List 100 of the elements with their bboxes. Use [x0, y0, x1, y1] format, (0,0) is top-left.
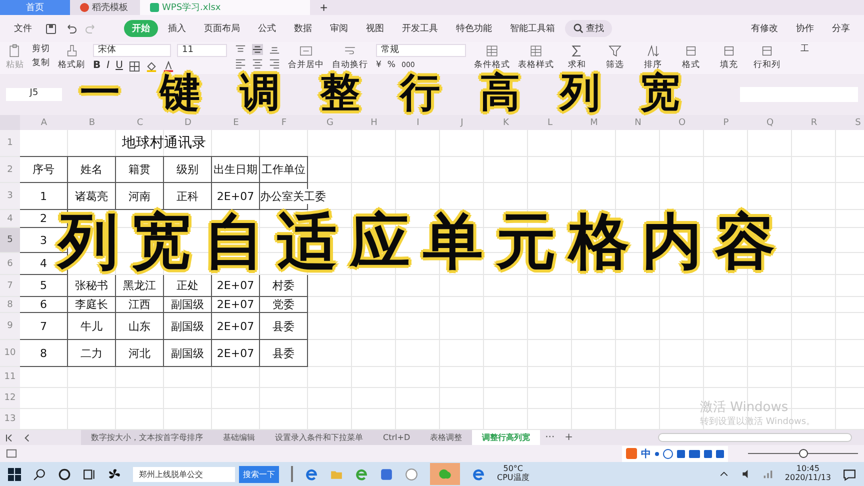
ribbon-button[interactable]: 填充: [720, 60, 738, 71]
ribbon-tab[interactable]: 审阅: [322, 20, 356, 37]
sheet-icon[interactable]: [6, 448, 17, 459]
format-painter-button[interactable]: 格式刷: [58, 60, 85, 71]
punctuation-icon[interactable]: [655, 452, 659, 456]
circle-icon[interactable]: [663, 448, 673, 458]
sheet-tab[interactable]: Ctrl+D: [373, 430, 420, 445]
ribbon-button[interactable]: 排序: [644, 60, 662, 71]
signal-bars-icon[interactable]: [762, 469, 773, 479]
row-header[interactable]: 8: [0, 297, 20, 312]
toolbar-action[interactable]: 分享: [824, 20, 858, 37]
clipboard-icon[interactable]: [8, 44, 22, 58]
notification-icon[interactable]: [843, 468, 856, 480]
search-icon[interactable]: [33, 468, 46, 480]
search-button[interactable]: 搜索一下: [239, 466, 279, 482]
ribbon-button[interactable]: 求和: [568, 60, 586, 71]
row-header[interactable]: 12: [0, 388, 20, 408]
wrap-text-button[interactable]: 自动换行: [332, 60, 368, 71]
file-menu[interactable]: 文件: [6, 20, 40, 37]
align-left-icon[interactable]: [235, 58, 246, 69]
ribbon-tab[interactable]: 公式: [250, 20, 284, 37]
horizontal-scrollbar[interactable]: [658, 433, 852, 442]
more-sheets-button[interactable]: ···: [540, 430, 560, 445]
ribbon-button[interactable]: 表格样式: [518, 60, 554, 71]
task-view-icon[interactable]: [83, 468, 96, 480]
sheet-tab[interactable]: 调整行高列宽: [472, 430, 540, 445]
circle-icon[interactable]: [58, 468, 71, 480]
row-header[interactable]: 4: [0, 210, 20, 227]
ribbon-tab[interactable]: 智能工具箱: [502, 20, 563, 37]
row-header[interactable]: 7: [0, 275, 20, 296]
browser-icon[interactable]: [472, 468, 485, 480]
number-format-field[interactable]: 常规: [376, 44, 466, 57]
merge-center-button[interactable]: 合并居中: [288, 60, 324, 71]
table-cell: 级别: [176, 162, 198, 177]
browser-search-field[interactable]: 郑州上线脱单公交: [133, 466, 235, 482]
font-color-icon[interactable]: [162, 60, 174, 72]
ribbon-tab[interactable]: 页面布局: [196, 20, 248, 37]
border-icon[interactable]: [128, 60, 140, 72]
ime-mode[interactable]: 中: [641, 446, 651, 460]
sheet-tab[interactable]: 数字按大小，文本按首字母排序: [81, 430, 213, 445]
row-header[interactable]: 2: [0, 157, 20, 182]
font-size-field[interactable]: 11: [177, 44, 227, 57]
toolbar-action[interactable]: 有修改: [743, 20, 786, 37]
text-style-button[interactable]: U: [116, 60, 123, 72]
percent-button[interactable]: %: [387, 60, 396, 71]
search-button[interactable]: 查找: [565, 20, 612, 37]
align-middle-icon[interactable]: [252, 44, 263, 55]
ribbon-button[interactable]: 行和列: [754, 60, 780, 71]
row-header[interactable]: 9: [0, 313, 20, 339]
ribbon-tab[interactable]: 视图: [358, 20, 392, 37]
row-header[interactable]: 1: [0, 130, 20, 156]
font-name-field[interactable]: 宋体: [93, 44, 171, 57]
sheet-tab[interactable]: 设置录入条件和下拉菜单: [265, 430, 373, 445]
browser-icon[interactable]: [305, 468, 318, 480]
cell-reference-field[interactable]: J5: [6, 88, 62, 101]
merge-cells-icon[interactable]: [299, 44, 313, 58]
text-style-button[interactable]: B: [93, 60, 101, 72]
row-header[interactable]: 11: [0, 367, 20, 387]
currency-button[interactable]: ¥: [376, 60, 382, 71]
table-icon: [485, 44, 499, 58]
row-header[interactable]: 3: [0, 183, 20, 209]
ime-toolbar[interactable]: 中: [622, 446, 728, 462]
undo-icon[interactable]: [65, 22, 77, 34]
ribbon-button[interactable]: 工: [800, 44, 810, 55]
cut-button[interactable]: 剪切: [32, 44, 50, 55]
ribbon-button[interactable]: 筛选: [606, 60, 624, 71]
document-tab[interactable]: WPS学习.xlsx: [140, 0, 310, 15]
ribbon-button[interactable]: 条件格式: [474, 60, 510, 71]
new-tab-button[interactable]: +: [310, 0, 338, 15]
copy-button[interactable]: 复制: [32, 58, 50, 69]
align-center-icon[interactable]: [252, 58, 263, 69]
toolbar-action[interactable]: 协作: [788, 20, 822, 37]
row-header[interactable]: 5: [0, 228, 20, 252]
sheet-tab[interactable]: 基础编辑: [213, 430, 265, 445]
slider-thumb[interactable]: [799, 449, 808, 458]
previous-sheet-icon[interactable]: [22, 432, 32, 442]
row-header[interactable]: 13: [0, 409, 20, 429]
ribbon-tab[interactable]: 插入: [160, 20, 194, 37]
row-header[interactable]: 10: [0, 340, 20, 366]
windows-logo-icon[interactable]: [8, 468, 21, 480]
ribbon-tab[interactable]: 数据: [286, 20, 320, 37]
add-sheet-button[interactable]: +: [560, 430, 578, 445]
align-top-icon[interactable]: [235, 44, 246, 55]
paintbrush-icon[interactable]: [64, 44, 78, 58]
ribbon-button[interactable]: 格式: [682, 60, 700, 71]
clock-date[interactable]: 2020/11/13: [784, 474, 831, 483]
document-tab[interactable]: 稻壳模板: [70, 0, 140, 15]
save-icon[interactable]: [45, 22, 57, 34]
document-tab[interactable]: 首页: [0, 0, 70, 15]
row-header[interactable]: 6: [0, 253, 20, 274]
fan-icon[interactable]: [108, 468, 121, 480]
fill-bucket-icon[interactable]: [146, 60, 157, 72]
first-sheet-icon[interactable]: [4, 432, 14, 442]
ribbon-tab[interactable]: 特色功能: [448, 20, 500, 37]
sheet-tab[interactable]: 表格调整: [420, 430, 472, 445]
align-bottom-icon[interactable]: [269, 44, 280, 55]
text-style-button[interactable]: I: [106, 60, 110, 72]
ribbon-tab[interactable]: 开发工具: [394, 20, 446, 37]
clock-time[interactable]: 10:45: [796, 465, 820, 474]
align-right-icon[interactable]: [269, 58, 280, 69]
